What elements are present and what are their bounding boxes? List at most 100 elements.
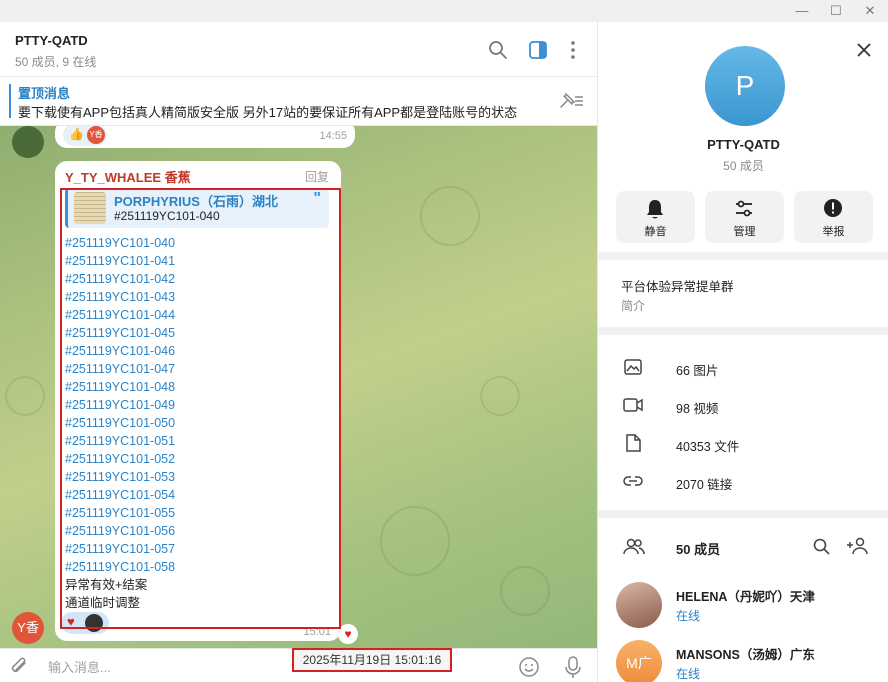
- hashtag-suffix: -057: [150, 542, 176, 556]
- member-search-icon[interactable]: [812, 537, 832, 557]
- group-title: PTTY-QATD: [707, 137, 780, 152]
- media-files-row[interactable]: 40353 文件: [598, 425, 888, 463]
- reaction-avatar: Y香: [87, 126, 105, 144]
- microphone-icon[interactable]: [562, 655, 584, 679]
- heart-icon: ♥: [67, 614, 75, 629]
- message-time: 14:55: [319, 130, 347, 142]
- member-row[interactable]: HELENA（丹妮吖）天津 在线: [598, 578, 888, 630]
- attach-icon[interactable]: [10, 657, 32, 677]
- message-bubble[interactable]: Y_TY_WHALEE 香蕉 回复 PORPHYRIUS（石雨）湖北 #2511…: [55, 161, 341, 641]
- close-icon[interactable]: [855, 41, 873, 59]
- pinned-text: 要下载使有APP包括真人精简版安全版 另外17站的要保证所有APP都是登陆账号的…: [18, 105, 518, 120]
- hashtag-suffix: -040: [150, 236, 176, 250]
- hashtag-suffix: -048: [150, 380, 176, 394]
- quote-text: #251119YC101-040: [114, 209, 220, 223]
- message-line: #251119YC101-052: [65, 450, 175, 468]
- heart-reaction-icon[interactable]: ♥: [338, 624, 358, 644]
- media-links-row[interactable]: 2070 链接: [598, 463, 888, 501]
- message-line: #251119YC101-057: [65, 540, 175, 558]
- member-name: MANSONS（汤姆）广东: [676, 648, 815, 662]
- avatar[interactable]: Y香: [12, 612, 44, 644]
- report-button[interactable]: 举报: [794, 191, 873, 243]
- member-status: 在线: [676, 609, 701, 623]
- message-list[interactable]: 👍 Y香 14:55 Y_TY_WHALEE 香蕉 回复 PORPHYRIUS（…: [0, 126, 597, 648]
- message-text-line: 通道临时调整: [65, 596, 141, 610]
- file-icon: [626, 434, 641, 452]
- hashtag-suffix: -042: [150, 272, 176, 286]
- reply-button[interactable]: 回复: [305, 168, 329, 185]
- hashtag-suffix: -049: [150, 398, 176, 412]
- hashtag-link[interactable]: #251119YC101: [65, 542, 150, 556]
- divider: [598, 327, 888, 335]
- group-subtitle: 50 成员: [723, 159, 764, 173]
- reaction-chip[interactable]: 👍 Y香: [63, 126, 107, 146]
- reaction-avatar: [85, 614, 103, 632]
- group-avatar[interactable]: P: [705, 46, 785, 126]
- window-close-button[interactable]: ✕: [860, 2, 880, 20]
- hashtag-suffix: -041: [150, 254, 176, 268]
- chat-header[interactable]: PTTY-QATD 50 成员, 9 在线: [0, 22, 597, 77]
- reply-quote[interactable]: PORPHYRIUS（石雨）湖北 #251119YC101-040 ": [65, 188, 329, 228]
- media-photos-row[interactable]: 66 图片: [598, 349, 888, 387]
- hashtag-link[interactable]: #251119YC101: [65, 272, 150, 286]
- hashtag-link[interactable]: #251119YC101: [65, 560, 150, 574]
- message-line: #251119YC101-054: [65, 486, 175, 504]
- message-line: #251119YC101-055: [65, 504, 175, 522]
- pinned-message[interactable]: 置顶消息 要下载使有APP包括真人精简版安全版 另外17站的要保证所有APP都是…: [0, 77, 597, 126]
- emoji-icon[interactable]: [518, 656, 540, 678]
- videos-count: 98 视频: [676, 402, 719, 416]
- add-member-icon[interactable]: [846, 536, 870, 556]
- hashtag-link[interactable]: #251119YC101: [65, 254, 150, 268]
- mute-button[interactable]: 静音: [616, 191, 695, 243]
- hashtag-link[interactable]: #251119YC101: [65, 524, 150, 538]
- hashtag-link[interactable]: #251119YC101: [65, 398, 150, 412]
- media-videos-row[interactable]: 98 视频: [598, 387, 888, 425]
- reaction-chip[interactable]: ♥: [61, 612, 109, 634]
- message-line: #251119YC101-040: [65, 234, 175, 252]
- message-line: #251119YC101-045: [65, 324, 175, 342]
- hashtag-suffix: -050: [150, 416, 176, 430]
- hashtag-link[interactable]: #251119YC101: [65, 362, 150, 376]
- hashtag-link[interactable]: #251119YC101: [65, 452, 150, 466]
- message-body: #251119YC101-040 #251119YC101-041 #251119Y…: [65, 234, 175, 612]
- hashtag-link[interactable]: #251119YC101: [65, 470, 150, 484]
- manage-button[interactable]: 管理: [705, 191, 784, 243]
- more-options-icon[interactable]: [562, 39, 584, 61]
- message-sender[interactable]: Y_TY_WHALEE 香蕉: [65, 167, 191, 186]
- hashtag-suffix: -053: [150, 470, 176, 484]
- quote-sender: PORPHYRIUS（石雨）湖北: [114, 194, 278, 209]
- divider: [598, 252, 888, 260]
- hashtag-link[interactable]: #251119YC101: [65, 236, 150, 250]
- avatar[interactable]: [12, 126, 44, 158]
- hashtag-suffix: -043: [150, 290, 176, 304]
- hashtag-link[interactable]: #251119YC101: [65, 326, 150, 340]
- hashtag-link[interactable]: #251119YC101: [65, 434, 150, 448]
- hashtag-link[interactable]: #251119YC101: [65, 290, 150, 304]
- link-icon: [623, 476, 643, 486]
- hashtag-link[interactable]: #251119YC101: [65, 344, 150, 358]
- hashtag-link[interactable]: #251119YC101: [65, 308, 150, 322]
- hashtag-suffix: -045: [150, 326, 176, 340]
- hashtag-link[interactable]: #251119YC101: [65, 506, 150, 520]
- message-text-line: 异常有效+结案: [65, 578, 148, 592]
- background-doodle: [380, 506, 450, 576]
- search-icon[interactable]: [487, 39, 509, 61]
- hashtag-link[interactable]: #251119YC101: [65, 416, 150, 430]
- hashtag-suffix: -047: [150, 362, 176, 376]
- sidebar-toggle-icon[interactable]: [527, 39, 549, 61]
- message-line: #251119YC101-050: [65, 414, 175, 432]
- background-doodle: [480, 376, 520, 416]
- pin-list-icon[interactable]: [557, 91, 585, 111]
- hashtag-suffix: -058: [150, 560, 176, 574]
- hashtag-link[interactable]: #251119YC101: [65, 488, 150, 502]
- member-avatar: M广: [616, 640, 662, 682]
- hashtag-link[interactable]: #251119YC101: [65, 380, 150, 394]
- minimize-button[interactable]: —: [792, 2, 812, 20]
- member-row[interactable]: M广 MANSONS（汤姆）广东 在线: [598, 636, 888, 682]
- hashtag-suffix: -051: [150, 434, 176, 448]
- bell-icon: [647, 200, 663, 219]
- maximize-button[interactable]: ☐: [826, 2, 846, 20]
- message-line: #251119YC101-041: [65, 252, 175, 270]
- previous-message-bubble[interactable]: 👍 Y香 14:55: [55, 126, 355, 148]
- members-label: 50 成员: [676, 542, 721, 557]
